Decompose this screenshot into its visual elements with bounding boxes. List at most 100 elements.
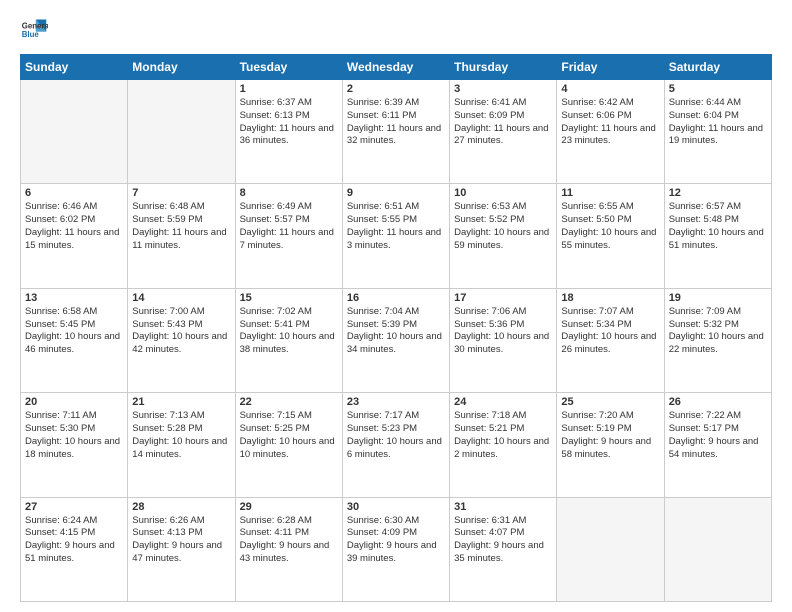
- day-number: 31: [454, 501, 552, 513]
- weekday-header-friday: Friday: [557, 55, 664, 80]
- day-info: Sunrise: 7:18 AM Sunset: 5:21 PM Dayligh…: [454, 410, 552, 461]
- calendar-cell: 11 Sunrise: 6:55 AM Sunset: 5:50 PM Dayli…: [557, 184, 664, 288]
- day-info: Sunrise: 7:17 AM Sunset: 5:23 PM Dayligh…: [347, 410, 445, 461]
- day-info: Sunrise: 7:22 AM Sunset: 5:17 PM Dayligh…: [669, 410, 767, 461]
- calendar-cell: 13 Sunrise: 6:58 AM Sunset: 5:45 PM Dayli…: [21, 288, 128, 392]
- day-info: Sunrise: 7:00 AM Sunset: 5:43 PM Dayligh…: [132, 306, 230, 357]
- calendar-cell: 31 Sunrise: 6:31 AM Sunset: 4:07 PM Dayli…: [450, 497, 557, 601]
- day-info: Sunrise: 7:15 AM Sunset: 5:25 PM Dayligh…: [240, 410, 338, 461]
- day-number: 28: [132, 501, 230, 513]
- calendar-cell: [21, 80, 128, 184]
- day-info: Sunrise: 7:13 AM Sunset: 5:28 PM Dayligh…: [132, 410, 230, 461]
- day-info: Sunrise: 6:42 AM Sunset: 6:06 PM Dayligh…: [561, 97, 659, 148]
- calendar-cell: 14 Sunrise: 7:00 AM Sunset: 5:43 PM Dayli…: [128, 288, 235, 392]
- day-number: 2: [347, 83, 445, 95]
- day-info: Sunrise: 6:44 AM Sunset: 6:04 PM Dayligh…: [669, 97, 767, 148]
- calendar-cell: 12 Sunrise: 6:57 AM Sunset: 5:48 PM Dayli…: [664, 184, 771, 288]
- day-number: 6: [25, 187, 123, 199]
- day-info: Sunrise: 6:31 AM Sunset: 4:07 PM Dayligh…: [454, 515, 552, 566]
- day-info: Sunrise: 7:04 AM Sunset: 5:39 PM Dayligh…: [347, 306, 445, 357]
- day-number: 26: [669, 396, 767, 408]
- calendar-cell: 4 Sunrise: 6:42 AM Sunset: 6:06 PM Daylig…: [557, 80, 664, 184]
- calendar-cell: 28 Sunrise: 6:26 AM Sunset: 4:13 PM Dayli…: [128, 497, 235, 601]
- day-number: 5: [669, 83, 767, 95]
- day-info: Sunrise: 6:37 AM Sunset: 6:13 PM Dayligh…: [240, 97, 338, 148]
- day-info: Sunrise: 7:11 AM Sunset: 5:30 PM Dayligh…: [25, 410, 123, 461]
- calendar-cell: 17Sunrise: 7:06 AM Sunset: 5:36 PM Dayli…: [450, 288, 557, 392]
- day-info: Sunrise: 6:49 AM Sunset: 5:57 PM Dayligh…: [240, 201, 338, 252]
- calendar-cell: 8 Sunrise: 6:49 AM Sunset: 5:57 PM Daylig…: [235, 184, 342, 288]
- day-number: 29: [240, 501, 338, 513]
- day-number: 11: [561, 187, 659, 199]
- day-info: Sunrise: 6:39 AM Sunset: 6:11 PM Dayligh…: [347, 97, 445, 148]
- day-info: Sunrise: 6:55 AM Sunset: 5:50 PM Dayligh…: [561, 201, 659, 252]
- calendar-cell: 10Sunrise: 6:53 AM Sunset: 5:52 PM Dayli…: [450, 184, 557, 288]
- day-number: 24: [454, 396, 552, 408]
- day-number: 14: [132, 292, 230, 304]
- svg-text:Blue: Blue: [22, 30, 40, 39]
- calendar-cell: 15 Sunrise: 7:02 AM Sunset: 5:41 PM Dayli…: [235, 288, 342, 392]
- calendar-cell: [664, 497, 771, 601]
- calendar-cell: 16 Sunrise: 7:04 AM Sunset: 5:39 PM Dayli…: [342, 288, 449, 392]
- day-number: 20: [25, 396, 123, 408]
- calendar-cell: 22 Sunrise: 7:15 AM Sunset: 5:25 PM Dayli…: [235, 393, 342, 497]
- calendar-cell: 25Sunrise: 7:20 AM Sunset: 5:19 PM Dayli…: [557, 393, 664, 497]
- calendar-week-2: 6 Sunrise: 6:46 AM Sunset: 6:02 PM Daylig…: [21, 184, 772, 288]
- calendar-cell: [128, 80, 235, 184]
- calendar-cell: 1 Sunrise: 6:37 AM Sunset: 6:13 PM Daylig…: [235, 80, 342, 184]
- day-info: Sunrise: 6:51 AM Sunset: 5:55 PM Dayligh…: [347, 201, 445, 252]
- day-number: 10: [454, 187, 552, 199]
- day-info: Sunrise: 6:41 AM Sunset: 6:09 PM Dayligh…: [454, 97, 552, 148]
- calendar-cell: 27Sunrise: 6:24 AM Sunset: 4:15 PM Dayli…: [21, 497, 128, 601]
- calendar-cell: 30 Sunrise: 6:30 AM Sunset: 4:09 PM Dayli…: [342, 497, 449, 601]
- weekday-header-monday: Monday: [128, 55, 235, 80]
- logo-icon: General Blue: [20, 16, 48, 44]
- day-number: 22: [240, 396, 338, 408]
- calendar-week-4: 20 Sunrise: 7:11 AM Sunset: 5:30 PM Dayli…: [21, 393, 772, 497]
- day-info: Sunrise: 7:02 AM Sunset: 5:41 PM Dayligh…: [240, 306, 338, 357]
- weekday-header-sunday: Sunday: [21, 55, 128, 80]
- calendar-cell: 19Sunrise: 7:09 AM Sunset: 5:32 PM Dayli…: [664, 288, 771, 392]
- day-number: 16: [347, 292, 445, 304]
- calendar-cell: 2 Sunrise: 6:39 AM Sunset: 6:11 PM Daylig…: [342, 80, 449, 184]
- logo: General Blue: [20, 16, 52, 44]
- day-number: 3: [454, 83, 552, 95]
- calendar-cell: 29 Sunrise: 6:28 AM Sunset: 4:11 PM Dayli…: [235, 497, 342, 601]
- day-info: Sunrise: 6:46 AM Sunset: 6:02 PM Dayligh…: [25, 201, 123, 252]
- day-number: 8: [240, 187, 338, 199]
- day-number: 25: [561, 396, 659, 408]
- day-number: 15: [240, 292, 338, 304]
- weekday-header-wednesday: Wednesday: [342, 55, 449, 80]
- day-number: 9: [347, 187, 445, 199]
- calendar-cell: 9 Sunrise: 6:51 AM Sunset: 5:55 PM Daylig…: [342, 184, 449, 288]
- weekday-header-thursday: Thursday: [450, 55, 557, 80]
- day-number: 17: [454, 292, 552, 304]
- svg-text:General: General: [22, 21, 48, 30]
- calendar-cell: 21 Sunrise: 7:13 AM Sunset: 5:28 PM Dayli…: [128, 393, 235, 497]
- calendar-week-3: 13 Sunrise: 6:58 AM Sunset: 5:45 PM Dayli…: [21, 288, 772, 392]
- calendar-cell: 26 Sunrise: 7:22 AM Sunset: 5:17 PM Dayli…: [664, 393, 771, 497]
- day-number: 30: [347, 501, 445, 513]
- calendar-cell: 5 Sunrise: 6:44 AM Sunset: 6:04 PM Daylig…: [664, 80, 771, 184]
- day-number: 13: [25, 292, 123, 304]
- day-info: Sunrise: 6:24 AM Sunset: 4:15 PM Dayligh…: [25, 515, 123, 566]
- day-number: 4: [561, 83, 659, 95]
- day-info: Sunrise: 6:26 AM Sunset: 4:13 PM Dayligh…: [132, 515, 230, 566]
- day-info: Sunrise: 7:07 AM Sunset: 5:34 PM Dayligh…: [561, 306, 659, 357]
- calendar-week-5: 27Sunrise: 6:24 AM Sunset: 4:15 PM Dayli…: [21, 497, 772, 601]
- day-number: 23: [347, 396, 445, 408]
- day-info: Sunrise: 6:30 AM Sunset: 4:09 PM Dayligh…: [347, 515, 445, 566]
- day-number: 21: [132, 396, 230, 408]
- calendar-cell: 23 Sunrise: 7:17 AM Sunset: 5:23 PM Dayli…: [342, 393, 449, 497]
- day-number: 1: [240, 83, 338, 95]
- day-info: Sunrise: 6:58 AM Sunset: 5:45 PM Dayligh…: [25, 306, 123, 357]
- day-number: 19: [669, 292, 767, 304]
- page: General Blue SundayMondayTuesdayWednesda…: [0, 0, 792, 612]
- day-number: 12: [669, 187, 767, 199]
- day-info: Sunrise: 6:57 AM Sunset: 5:48 PM Dayligh…: [669, 201, 767, 252]
- header: General Blue: [20, 16, 772, 44]
- weekday-header-tuesday: Tuesday: [235, 55, 342, 80]
- calendar-table: SundayMondayTuesdayWednesdayThursdayFrid…: [20, 54, 772, 602]
- day-number: 7: [132, 187, 230, 199]
- day-info: Sunrise: 6:28 AM Sunset: 4:11 PM Dayligh…: [240, 515, 338, 566]
